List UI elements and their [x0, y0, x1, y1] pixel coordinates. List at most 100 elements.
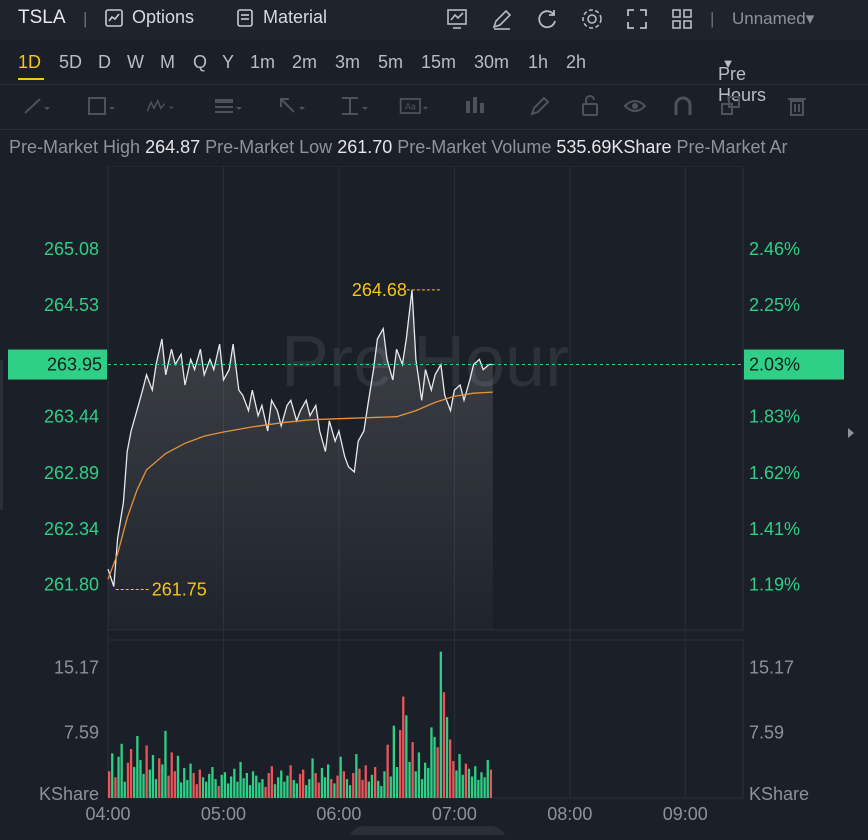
volume-bar	[480, 772, 483, 798]
timeframe-1h[interactable]: 1h	[528, 52, 548, 73]
volume-bar	[402, 696, 405, 798]
layers-icon[interactable]	[718, 93, 748, 119]
volume-bar	[208, 773, 211, 798]
volume-bar	[245, 773, 248, 798]
price-chart[interactable]: 04:00 05:00 06:00 07:00 08:00 09:00 265.08 2.46…	[0, 165, 868, 835]
top-bar: TSLA | Options Material | Unnamed▾	[0, 0, 868, 41]
volume-bar	[223, 772, 227, 798]
timeframe-y[interactable]: Y	[222, 52, 234, 73]
volume-bar	[374, 767, 377, 798]
trendline-tool-icon[interactable]	[20, 93, 50, 119]
timeframe-1d[interactable]: 1D	[18, 52, 41, 73]
text-note-tool-icon[interactable]	[212, 93, 242, 119]
volume-bar	[414, 771, 417, 798]
magnet-icon[interactable]	[670, 93, 700, 119]
measure-tool-icon[interactable]	[338, 93, 368, 119]
options-button[interactable]: Options	[104, 7, 194, 28]
scroll-handle	[350, 826, 505, 835]
pencil-icon[interactable]	[527, 93, 557, 119]
left-panel-handle[interactable]	[0, 360, 3, 510]
volume-bar	[370, 774, 374, 798]
volume-bar	[267, 773, 270, 798]
high-marker-label: 264.68	[352, 280, 407, 300]
active-timeframe-underline	[18, 78, 44, 80]
timeframe-d[interactable]: D	[98, 52, 111, 73]
volume-bar	[201, 777, 205, 798]
volume-bar	[433, 736, 436, 798]
volume-bar	[298, 773, 302, 798]
lock-icon[interactable]	[577, 93, 607, 119]
timeframe-5d[interactable]: 5D	[59, 52, 82, 73]
drawing-toolbar: Aa	[0, 84, 868, 130]
info-label: Pre-Market High	[9, 137, 141, 157]
volume-bar	[377, 780, 380, 798]
price-tick-label: 262.34	[44, 519, 99, 539]
timeframe-1m[interactable]: 1m	[250, 52, 275, 73]
layout-name-dropdown[interactable]: Unnamed▾	[732, 9, 814, 29]
volume-bar	[345, 779, 349, 798]
percent-tick-label: 2.25%	[749, 295, 800, 315]
volume-bar	[389, 776, 392, 798]
timeframe-3m[interactable]: 3m	[335, 52, 360, 73]
volume-bar	[417, 752, 421, 798]
timeframe-2h[interactable]: 2h	[566, 52, 586, 73]
volume-bar	[405, 715, 408, 798]
eye-icon[interactable]	[622, 93, 652, 119]
timeframe-5m[interactable]: 5m	[378, 52, 403, 73]
x-tick-label: 05:00	[201, 804, 246, 824]
separator: |	[83, 9, 88, 28]
bar-chart-tool-icon[interactable]	[462, 93, 492, 119]
timeframe-2m[interactable]: 2m	[292, 52, 317, 73]
volume-bar	[348, 785, 352, 798]
layout-name-label: Unnamed	[732, 9, 806, 28]
volume-bar	[470, 776, 474, 798]
volume-bar	[129, 749, 133, 798]
expand-right-panel-icon[interactable]	[848, 428, 854, 438]
info-value: 264.87	[145, 137, 201, 157]
timeframe-bar: 1D 5D D W M Q Y 1m 2m 3m 5m 15m 30m 1h 2…	[0, 40, 868, 105]
x-tick-label: 06:00	[316, 804, 361, 824]
pattern-tool-icon[interactable]	[145, 93, 175, 119]
timeframe-m[interactable]: M	[160, 52, 175, 73]
timeframe-w[interactable]: W	[127, 52, 144, 73]
volume-bar	[270, 766, 273, 798]
volume-bar	[361, 779, 364, 798]
layout-grid-icon[interactable]	[669, 6, 695, 32]
options-label: Options	[132, 7, 195, 27]
indicator-icon[interactable]	[444, 6, 470, 32]
timeframe-15m[interactable]: 15m	[421, 52, 456, 73]
volume-bar	[226, 783, 230, 798]
volume-bar	[320, 767, 324, 798]
timeframe-30m[interactable]: 30m	[474, 52, 509, 73]
trash-icon[interactable]	[784, 93, 814, 119]
timeframe-q[interactable]: Q	[193, 52, 207, 73]
volume-bar	[380, 786, 383, 798]
text-tool-icon[interactable]: Aa	[398, 93, 428, 119]
volume-bar	[167, 775, 170, 798]
volume-bar	[323, 777, 327, 798]
arrow-tool-icon[interactable]	[275, 93, 305, 119]
fullscreen-icon[interactable]	[624, 6, 650, 32]
info-label: Pre-Market Low	[205, 137, 333, 157]
volume-bar	[330, 779, 333, 798]
svg-text:Aa: Aa	[405, 102, 416, 112]
volume-bar	[458, 754, 461, 798]
symbol-label[interactable]: TSLA	[18, 7, 66, 29]
volume-bar	[486, 760, 489, 798]
refresh-icon[interactable]	[534, 6, 560, 32]
volume-bar	[261, 779, 264, 798]
draw-icon[interactable]	[489, 6, 515, 32]
price-tick-label: 265.08	[44, 239, 99, 259]
session-select[interactable]: Pre Hours ▼	[718, 52, 766, 105]
volume-bar	[367, 781, 370, 798]
volume-bar	[189, 763, 192, 798]
material-button[interactable]: Material	[235, 7, 327, 28]
rectangle-tool-icon[interactable]	[85, 93, 115, 119]
volume-bar	[464, 763, 467, 798]
volume-bar	[273, 784, 277, 798]
material-icon	[237, 8, 253, 27]
chart-canvas[interactable]: 04:00 05:00 06:00 07:00 08:00 09:00 265.08 2.46…	[0, 165, 868, 835]
volume-bar	[170, 752, 173, 798]
options-icon	[105, 8, 123, 27]
settings-icon[interactable]	[579, 6, 605, 32]
